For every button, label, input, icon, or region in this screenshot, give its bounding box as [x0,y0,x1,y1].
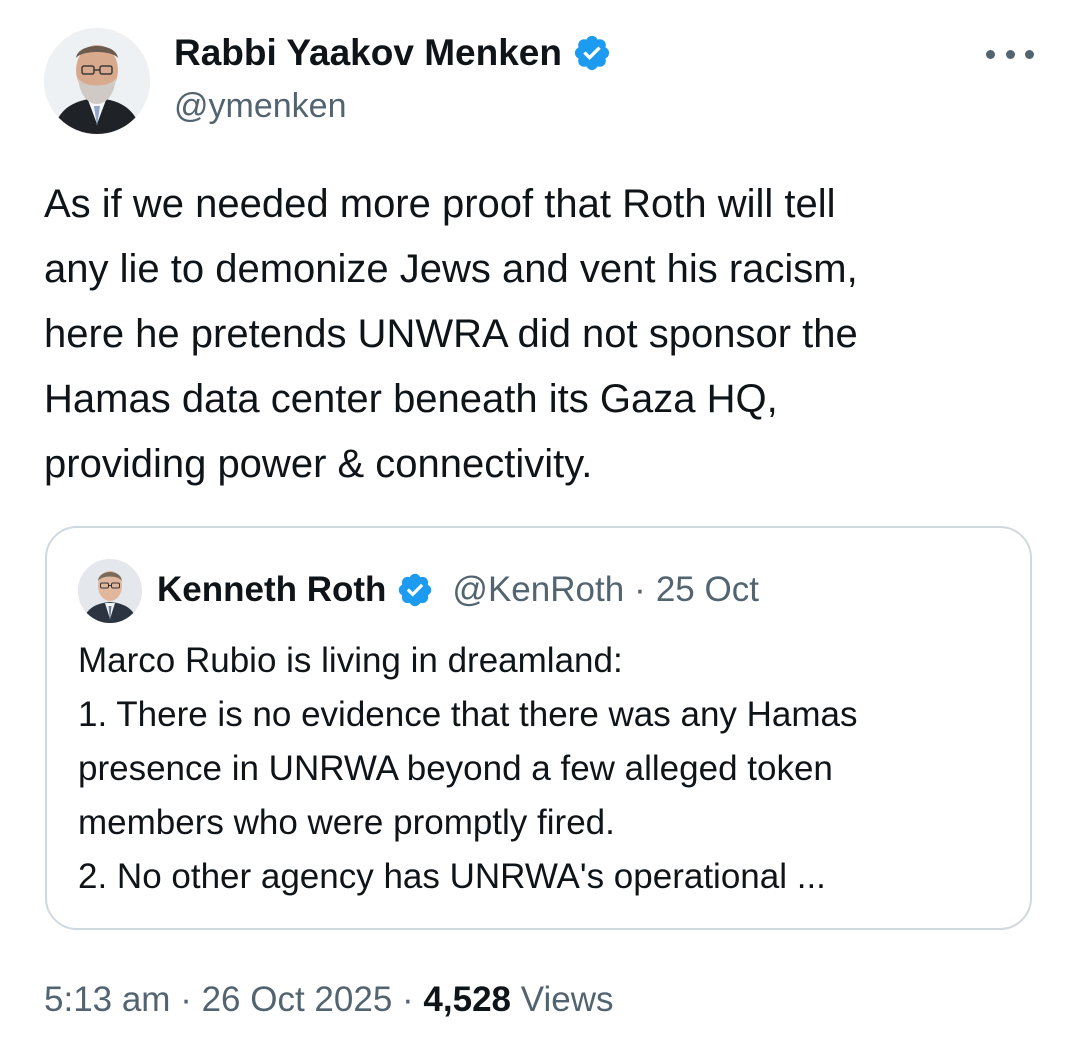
author-avatar-image [44,28,150,134]
tweet-meta: 5:13 am · 26 Oct 2025 · 4,528 Views [44,976,613,1024]
tweet-time[interactable]: 5:13 am [44,980,170,1019]
quoted-tweet-date[interactable]: 25 Oct [656,568,759,612]
more-dot [986,49,995,59]
quoted-author-name[interactable]: Kenneth Roth [157,568,386,612]
author-avatar[interactable] [44,28,150,134]
quoted-author-handle[interactable]: @KenRoth [452,568,624,612]
meta-separator: · [402,980,414,1019]
quoted-tweet-text: Marco Rubio is living in dreamland: 1. T… [78,641,858,896]
more-dot [1005,49,1015,59]
quoted-separator: · [634,570,646,609]
author-handle[interactable]: @ymenken [174,86,346,126]
meta-separator: · [180,980,192,1019]
views-count: 4,528 [423,980,512,1019]
more-dot [1025,49,1034,59]
quoted-tweet-card[interactable]: Kenneth Roth @KenRoth · 25 Oct Marco Rub… [45,526,1032,930]
more-options-icon[interactable] [986,40,1034,68]
author-display-name[interactable]: Rabbi Yaakov Menken [174,32,612,74]
author-name-text: Rabbi Yaakov Menken [174,32,562,73]
quoted-tweet-header: Kenneth Roth @KenRoth · 25 Oct [157,568,759,612]
tweet-date[interactable]: 26 Oct 2025 [202,980,393,1019]
quoted-author-avatar[interactable] [78,559,142,623]
views-label: Views [520,980,614,1019]
verified-badge-icon [396,571,434,609]
tweet-text: As if we needed more proof that Roth wil… [44,182,858,486]
verified-badge-icon [572,33,612,73]
quoted-author-avatar-image [78,559,142,623]
